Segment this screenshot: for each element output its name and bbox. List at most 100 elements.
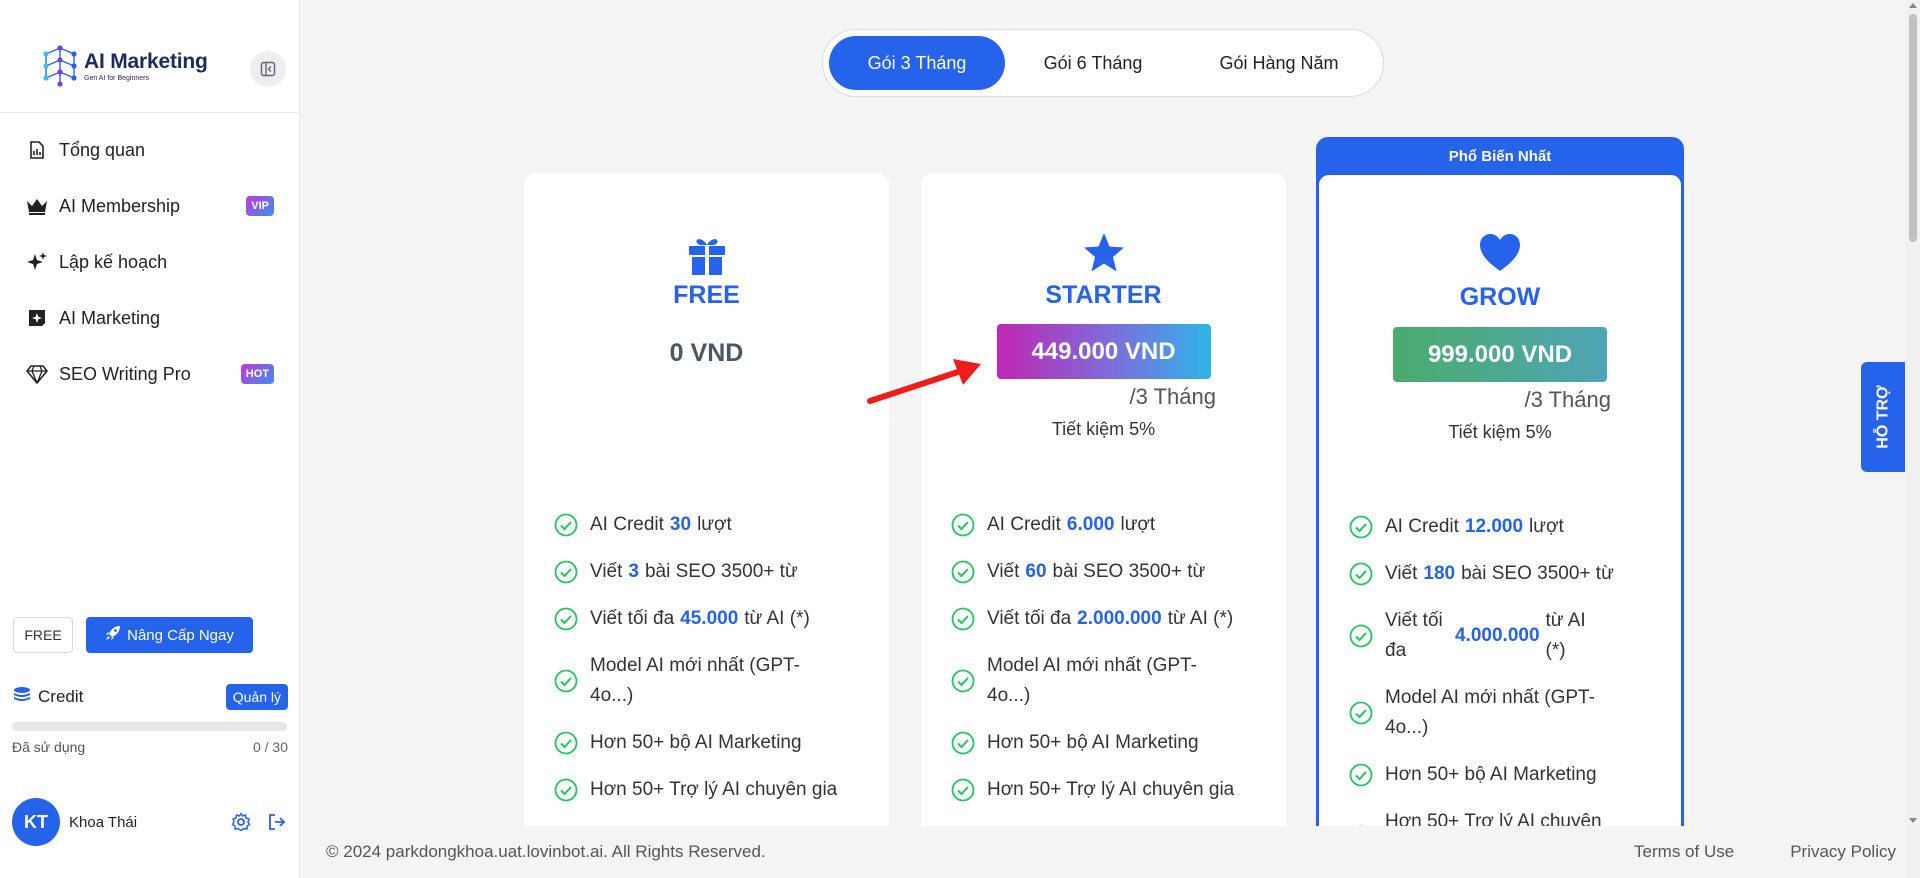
check-circle-icon [951, 731, 975, 755]
plan-price: 449.000 VND [996, 324, 1211, 379]
feature-highlight: 3 [628, 561, 639, 582]
sidebar-item-seo-writing-pro[interactable]: SEO Writing Pro HOT [0, 346, 300, 402]
avatar[interactable]: KT [12, 798, 60, 846]
feature-highlight: 12.000 [1464, 516, 1524, 537]
copyright-text: © 2024 parkdongkhoa.uat.lovinbot.ai. All… [326, 842, 766, 861]
logo[interactable]: AI Marketing Gen AI for Beginners [40, 44, 208, 88]
feature-text: Hơn 50+ bộ AI Marketing [1385, 764, 1597, 785]
feature-text: bài SEO 3500+ từ [1052, 561, 1206, 582]
plan-card-grow: Phổ Biến Nhất GROW 999.000 VND /3 Tháng … [1316, 137, 1684, 878]
privacy-link[interactable]: Privacy Policy [1790, 842, 1896, 862]
feature-text: Model AI mới nhất (GPT-4o...) [987, 655, 1197, 706]
plan-period: /3 Tháng [1524, 387, 1611, 412]
manage-credit-button[interactable]: Quản lý [225, 684, 288, 710]
sidebar-collapse-button[interactable] [250, 51, 286, 87]
used-label: Đã sử dụng [12, 739, 86, 755]
diamond-icon [26, 363, 48, 385]
logout-icon[interactable] [266, 811, 288, 833]
feature-item: AI Credit 6.000 lượt [951, 510, 1266, 540]
terms-link[interactable]: Terms of Use [1634, 842, 1734, 862]
check-circle-icon [951, 669, 975, 693]
sidebar-item-tong-quan[interactable]: Tổng quan [0, 122, 300, 178]
feature-item: Model AI mới nhất (GPT-4o...) [1349, 683, 1661, 743]
tab-6-months[interactable]: Gói 6 Tháng [1005, 36, 1181, 90]
feature-item: AI Credit 12.000 lượt [1349, 512, 1661, 542]
coins-icon [12, 686, 32, 709]
check-circle-icon [554, 560, 578, 584]
feature-text: Viết tối đa [590, 608, 675, 629]
feature-text: bài SEO 3500+ từ [1461, 563, 1614, 584]
feature-highlight: 45.000 [680, 608, 739, 629]
logo-subtitle: Gen AI for Beginners [84, 75, 149, 82]
scroll-thumb[interactable] [1909, 14, 1917, 242]
gear-icon[interactable] [230, 811, 252, 833]
feature-highlight: 180 [1423, 563, 1456, 584]
scroll-down-icon[interactable] [1909, 818, 1917, 823]
check-circle-icon [1349, 624, 1373, 648]
sidebar-nav: Tổng quan AI Membership VIP Lập kế hoạch… [0, 122, 300, 402]
check-circle-icon [951, 513, 975, 537]
sidebar-item-ai-marketing[interactable]: AI Marketing [0, 290, 300, 346]
upgrade-button-label: Nâng Cấp Ngay [127, 626, 234, 644]
feature-text: từ AI (*) [744, 608, 810, 629]
upgrade-button[interactable]: Nâng Cấp Ngay [86, 617, 253, 653]
heart-icon [1480, 234, 1520, 271]
credit-usage-row: Đã sử dụng 0 / 30 [12, 739, 288, 755]
support-button[interactable]: HỖ TRỢ [1861, 362, 1907, 472]
user-row: KT Khoa Thái [12, 798, 288, 846]
feature-text: Hơn 50+ Trợ lý AI chuyên gia [987, 779, 1235, 800]
sidebar-item-label: Lập kế hoạch [59, 251, 168, 272]
feature-text: Viết [987, 561, 1020, 582]
plan-price: 999.000 VND [1393, 327, 1607, 382]
feature-text: từ AI (*) [1545, 610, 1586, 661]
feature-text: Hơn 50+ bộ AI Marketing [590, 732, 802, 753]
plan-card-grow-body: GROW 999.000 VND /3 Tháng Tiết kiệm 5% A… [1319, 175, 1681, 878]
feature-text: Hơn 50+ bộ AI Marketing [987, 732, 1199, 753]
feature-text: Hơn 50+ Trợ lý AI chuyên gia [590, 779, 838, 800]
plan-name: FREE [673, 281, 740, 309]
feature-item: Hơn 50+ Trợ lý AI chuyên gia [554, 775, 869, 805]
star-icon [1083, 233, 1124, 272]
check-circle-icon [951, 560, 975, 584]
support-label: HỖ TRỢ [1875, 385, 1893, 449]
plan-card-free: FREE 0 VND AI Credit 30 lượt Viết 3 bài SEO … [524, 173, 889, 878]
plan-price: 0 VND [669, 339, 744, 367]
feature-text: AI Credit [1385, 516, 1459, 537]
feature-text: Model AI mới nhất (GPT-4o...) [590, 655, 800, 706]
sparkles-icon [26, 251, 48, 273]
feature-item: Viết 60 bài SEO 3500+ từ [951, 557, 1266, 587]
feature-text: Model AI mới nhất (GPT-4o...) [1385, 687, 1595, 738]
logo-title: AI Marketing [84, 50, 208, 73]
check-circle-icon [554, 513, 578, 537]
tab-3-months[interactable]: Gói 3 Tháng [829, 36, 1005, 90]
user-name: Khoa Thái [69, 813, 138, 831]
plan-period: /3 Tháng [1129, 384, 1216, 409]
billing-period-tabs: Gói 3 Tháng Gói 6 Tháng Gói Hàng Năm [822, 29, 1384, 97]
sidebar-item-label: AI Membership [59, 195, 181, 216]
credit-label-text: Credit [38, 687, 84, 706]
scrollbar[interactable] [1905, 0, 1920, 878]
feature-item: Viết tối đa 4.000.000 từ AI (*) [1349, 606, 1661, 666]
feature-text: Viết [1385, 563, 1418, 584]
sidebar-item-ai-membership[interactable]: AI Membership VIP [0, 178, 300, 234]
feature-item: Model AI mới nhất (GPT-4o...) [951, 651, 1266, 711]
feature-list: AI Credit 30 lượt Viết 3 bài SEO 3500+ từ Vi… [554, 510, 869, 822]
sidebar-item-lap-ke-hoach[interactable]: Lập kế hoạch [0, 234, 300, 290]
feature-item: Viết tối đa 2.000.000 từ AI (*) [951, 604, 1266, 634]
feature-highlight: 30 [669, 514, 692, 535]
scroll-up-icon[interactable] [1909, 3, 1917, 8]
feature-text: lượt [1120, 514, 1156, 535]
feature-list: AI Credit 12.000 lượt Viết 180 bài SEO 3500+… [1349, 512, 1661, 878]
popular-ribbon: Phổ Biến Nhất [1448, 147, 1552, 165]
feature-item: AI Credit 30 lượt [554, 510, 869, 540]
sidebar: AI Marketing Gen AI for Beginners Tổng q… [0, 0, 300, 878]
feature-item: Model AI mới nhất (GPT-4o...) [554, 651, 869, 711]
footer: © 2024 parkdongkhoa.uat.lovinbot.ai. All… [300, 826, 1920, 878]
savings-text: Tiết kiệm 5% [1051, 419, 1156, 439]
check-circle-icon [951, 607, 975, 631]
feature-item: Hơn 50+ Trợ lý AI chuyên gia [951, 775, 1266, 805]
savings-text: Tiết kiệm 5% [1448, 422, 1552, 442]
feature-highlight: 60 [1025, 561, 1047, 582]
plan-name: STARTER [1045, 281, 1162, 309]
tab-yearly[interactable]: Gói Hàng Năm [1181, 36, 1377, 90]
